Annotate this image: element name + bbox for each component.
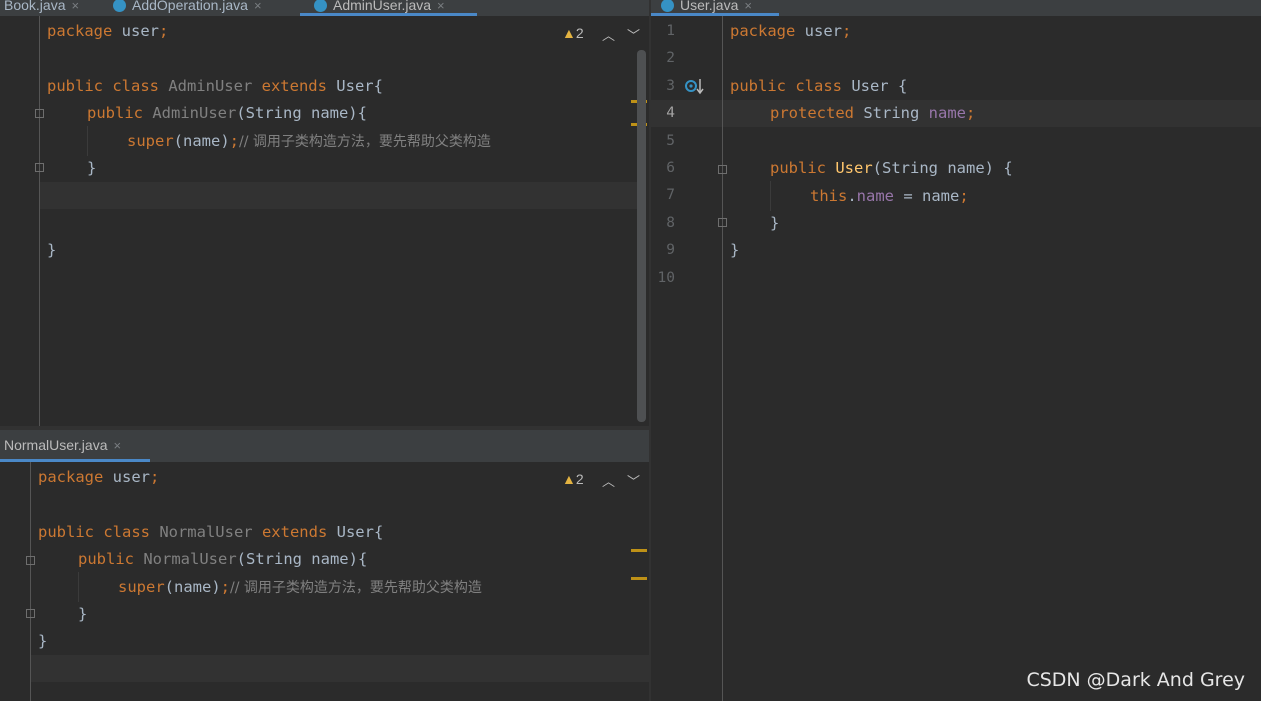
warning-stripe-marker[interactable] <box>631 577 647 580</box>
code-line-5: super(name);// 调用子类构造方法，要先帮助父类构造 <box>127 132 491 150</box>
java-class-icon <box>314 0 327 12</box>
code-line-3: public class NormalUser extends User{ <box>38 523 384 541</box>
close-icon[interactable]: × <box>71 0 79 13</box>
code-line-4: protected String name; <box>770 104 976 122</box>
gutter-divider <box>30 462 31 701</box>
fold-open-icon[interactable] <box>35 109 44 118</box>
right-tab-bar: User.java × <box>651 0 1261 16</box>
code-line-9: } <box>47 241 57 259</box>
code-line-1: package user; <box>47 22 169 40</box>
tab-label: NormalUser.java <box>4 437 108 453</box>
chevron-down-icon[interactable]: ﹀ <box>627 25 640 44</box>
tab-label: AddOperation.java <box>132 0 248 13</box>
fold-close-icon[interactable] <box>718 218 727 227</box>
implemented-by-icon[interactable] <box>685 78 705 96</box>
code-line-7: } <box>38 632 48 650</box>
line-number: 1 <box>666 23 675 39</box>
code-line-4: public AdminUser(String name){ <box>87 104 367 122</box>
line-number: 3 <box>666 78 675 94</box>
line-number: 5 <box>666 133 675 149</box>
tab-label: AdminUser.java <box>333 0 432 13</box>
tab-normal-user-java[interactable]: NormalUser.java × <box>4 436 121 456</box>
code-line-7: this.name = name; <box>810 187 969 205</box>
indent-guide <box>78 572 79 602</box>
line-number: 4 <box>666 105 675 121</box>
code-line-3: public class User { <box>730 77 908 95</box>
tab-add-operation-java[interactable]: AddOperation.java × <box>113 0 262 16</box>
fold-close-icon[interactable] <box>26 609 35 618</box>
fold-open-icon[interactable] <box>26 556 35 565</box>
tab-book-java[interactable]: Book.java × <box>4 0 79 16</box>
close-icon[interactable]: × <box>254 0 262 13</box>
code-line-8: } <box>770 214 780 232</box>
bottom-tab-bar: NormalUser.java × <box>0 430 649 462</box>
gutter-divider <box>39 16 40 426</box>
java-class-icon <box>113 0 126 12</box>
line-number: 7 <box>666 187 675 203</box>
indent-guide <box>770 181 771 211</box>
line-number: 2 <box>666 50 675 66</box>
line-number: 8 <box>666 215 675 231</box>
line-number: 9 <box>666 242 675 258</box>
vertical-scrollbar[interactable] <box>637 50 646 422</box>
warning-icon: ▲ <box>562 471 576 487</box>
warning-indicator[interactable]: ▲2 <box>562 471 584 487</box>
close-icon[interactable]: × <box>437 0 445 13</box>
gutter-divider <box>722 16 723 701</box>
code-line-9: } <box>730 241 740 259</box>
chevron-up-icon[interactable]: ︿ <box>602 25 615 44</box>
code-line-1: package user; <box>730 22 852 40</box>
line-number: 10 <box>657 270 675 286</box>
code-line-1: package user; <box>38 468 160 486</box>
warning-indicator[interactable]: ▲2 <box>562 25 584 41</box>
watermark: CSDN @Dark And Grey <box>1026 669 1245 691</box>
left-top-tab-bar: Book.java × AddOperation.java × AdminUser.… <box>0 0 649 16</box>
chevron-up-icon[interactable]: ︿ <box>602 471 615 490</box>
warning-stripe-marker[interactable] <box>631 549 647 552</box>
normal-user-editor[interactable]: package user; public class NormalUser ex… <box>0 462 649 701</box>
warning-count: 2 <box>575 25 584 41</box>
code-line-4: public NormalUser(String name){ <box>78 550 368 568</box>
current-line-highlight <box>40 182 637 209</box>
code-line-3: public class AdminUser extends User{ <box>47 77 383 95</box>
user-editor[interactable]: 1 2 3 4 5 6 7 8 9 10 package user; publi… <box>651 16 1261 701</box>
fold-close-icon[interactable] <box>35 163 44 172</box>
code-line-6: public User(String name) { <box>770 159 1013 177</box>
tab-label: User.java <box>680 0 739 13</box>
admin-user-editor[interactable]: package user; public class AdminUser ext… <box>0 16 649 426</box>
close-icon[interactable]: × <box>744 0 752 13</box>
code-line-6: } <box>87 159 97 177</box>
close-icon[interactable]: × <box>113 438 121 453</box>
warning-icon: ▲ <box>562 25 576 41</box>
warning-count: 2 <box>575 471 584 487</box>
fold-open-icon[interactable] <box>718 165 727 174</box>
code-line-5: super(name);// 调用子类构造方法，要先帮助父类构造 <box>118 578 482 596</box>
java-class-icon <box>661 0 674 12</box>
code-line-6: } <box>78 605 88 623</box>
current-line-highlight <box>31 655 649 682</box>
indent-guide <box>87 126 88 156</box>
line-number: 6 <box>666 160 675 176</box>
chevron-down-icon[interactable]: ﹀ <box>627 471 640 490</box>
tab-label: Book.java <box>4 0 66 13</box>
